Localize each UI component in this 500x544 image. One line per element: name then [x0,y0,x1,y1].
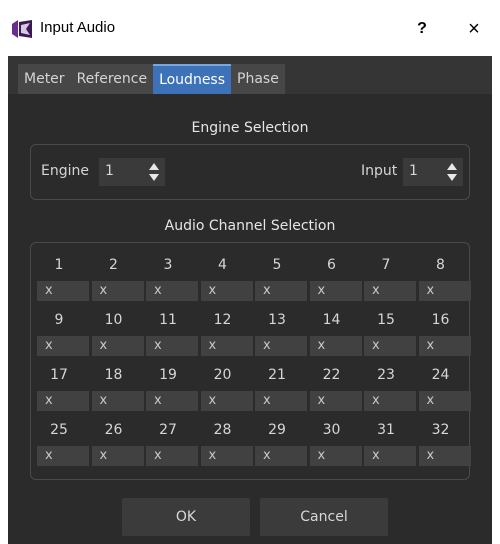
audio-channel-selection-title: Audio Channel Selection [164,218,336,234]
channel-number: 8 [436,257,445,273]
channel-selector[interactable]: x [37,391,89,411]
channel-number: 17 [50,367,68,383]
channel-selector[interactable]: x [146,281,198,301]
channel-number: 6 [327,257,336,273]
audio-channel-group: 1 x 2 x 3 x 4 x 5 x 6 x 7 x 8 x 9 x 10 x 11 x 12 x 13 x 14 x 15 x 16 x 1… [30,242,471,480]
channel-selector[interactable]: x [255,281,307,301]
channel-number: 2 [109,257,118,273]
spin-arrows-icon[interactable] [443,160,461,184]
tab-reference[interactable]: Reference [70,64,154,94]
channel-number: 10 [104,312,123,328]
engine-spinbox[interactable]: 1 [99,158,165,186]
channel-number: 30 [322,422,341,438]
channel-number: 24 [431,367,450,383]
channel-selector[interactable]: x [364,446,416,466]
ok-button[interactable]: OK [122,498,250,536]
spin-arrows-icon[interactable] [145,160,163,184]
tab-phase[interactable]: Phase [231,64,285,94]
cancel-button[interactable]: Cancel [260,498,388,536]
channel-number: 1 [54,257,64,273]
channel-number: 15 [377,312,395,328]
channel-number: 5 [272,257,282,273]
channel-selector[interactable]: x [364,391,416,411]
channel-number: 14 [322,312,341,328]
channel-number: 25 [50,422,68,438]
channel-selector[interactable]: x [200,446,253,466]
channel-number: 19 [159,367,177,383]
channel-selector[interactable]: x [37,336,89,356]
engine-selection-group: Engine 1 Input 1 [30,144,470,200]
channel-selector[interactable]: x [364,281,416,301]
help-button[interactable]: ? [408,16,436,42]
channel-number: 13 [268,312,286,328]
channel-number: 7 [381,257,391,273]
app-logo-icon [12,20,32,38]
channel-number: 11 [159,312,177,328]
channel-selector[interactable]: x [255,391,307,411]
channel-selector[interactable]: x [418,391,471,411]
channel-number: 20 [213,367,232,383]
channel-selector[interactable]: x [418,281,471,301]
tab-loudness[interactable]: Loudness [153,64,232,94]
window-title: Input Audio [40,19,116,36]
channel-selector[interactable]: x [146,446,198,466]
channel-selector[interactable]: x [364,336,416,356]
channel-selector[interactable]: x [200,336,253,356]
channel-selector[interactable]: x [37,281,89,301]
channel-number: 4 [218,257,227,273]
channel-selector[interactable]: x [200,281,253,301]
channel-number: 22 [322,367,341,383]
channel-selector[interactable]: x [418,446,471,466]
input-value: 1 [409,163,418,179]
channel-number: 16 [431,312,450,328]
channel-number: 23 [377,367,395,383]
channel-selector[interactable]: x [146,391,198,411]
channel-number: 18 [104,367,123,383]
channel-selector[interactable]: x [37,446,89,466]
channel-selector[interactable]: x [91,391,144,411]
input-spinbox[interactable]: 1 [403,158,463,186]
input-label: Input [361,163,398,179]
channel-selector[interactable]: x [255,336,307,356]
channel-number: 27 [159,422,177,438]
channel-number: 31 [377,422,395,438]
channel-number: 9 [54,312,64,328]
channel-selector[interactable]: x [309,281,362,301]
channel-selector[interactable]: x [418,336,471,356]
close-button[interactable]: × [460,16,488,42]
channel-number: 12 [213,312,232,328]
channel-selector[interactable]: x [255,446,307,466]
loudness-panel: Engine Selection Engine 1 Input 1 Audio … [8,94,492,544]
tab-meter[interactable]: Meter [18,64,71,94]
channel-number: 29 [268,422,286,438]
channel-number: 32 [431,422,450,438]
channel-number: 3 [163,257,173,273]
channel-selector[interactable]: x [309,336,362,356]
channel-selector[interactable]: x [200,391,253,411]
dialog-body: Meter Reference Loudness Phase Engine Se… [8,56,492,544]
channel-selector[interactable]: x [309,391,362,411]
engine-value: 1 [105,163,114,179]
channel-selector[interactable]: x [91,336,144,356]
channel-selector[interactable]: x [309,446,362,466]
tab-bar: Meter Reference Loudness Phase [18,64,285,94]
channel-number: 21 [268,367,286,383]
engine-selection-title: Engine Selection [191,120,309,136]
channel-number: 26 [104,422,123,438]
title-bar: Input Audio ? × [0,0,500,56]
channel-selector[interactable]: x [91,281,144,301]
channel-selector[interactable]: x [91,446,144,466]
channel-number: 28 [213,422,232,438]
engine-label: Engine [41,163,89,179]
channel-selector[interactable]: x [146,336,198,356]
